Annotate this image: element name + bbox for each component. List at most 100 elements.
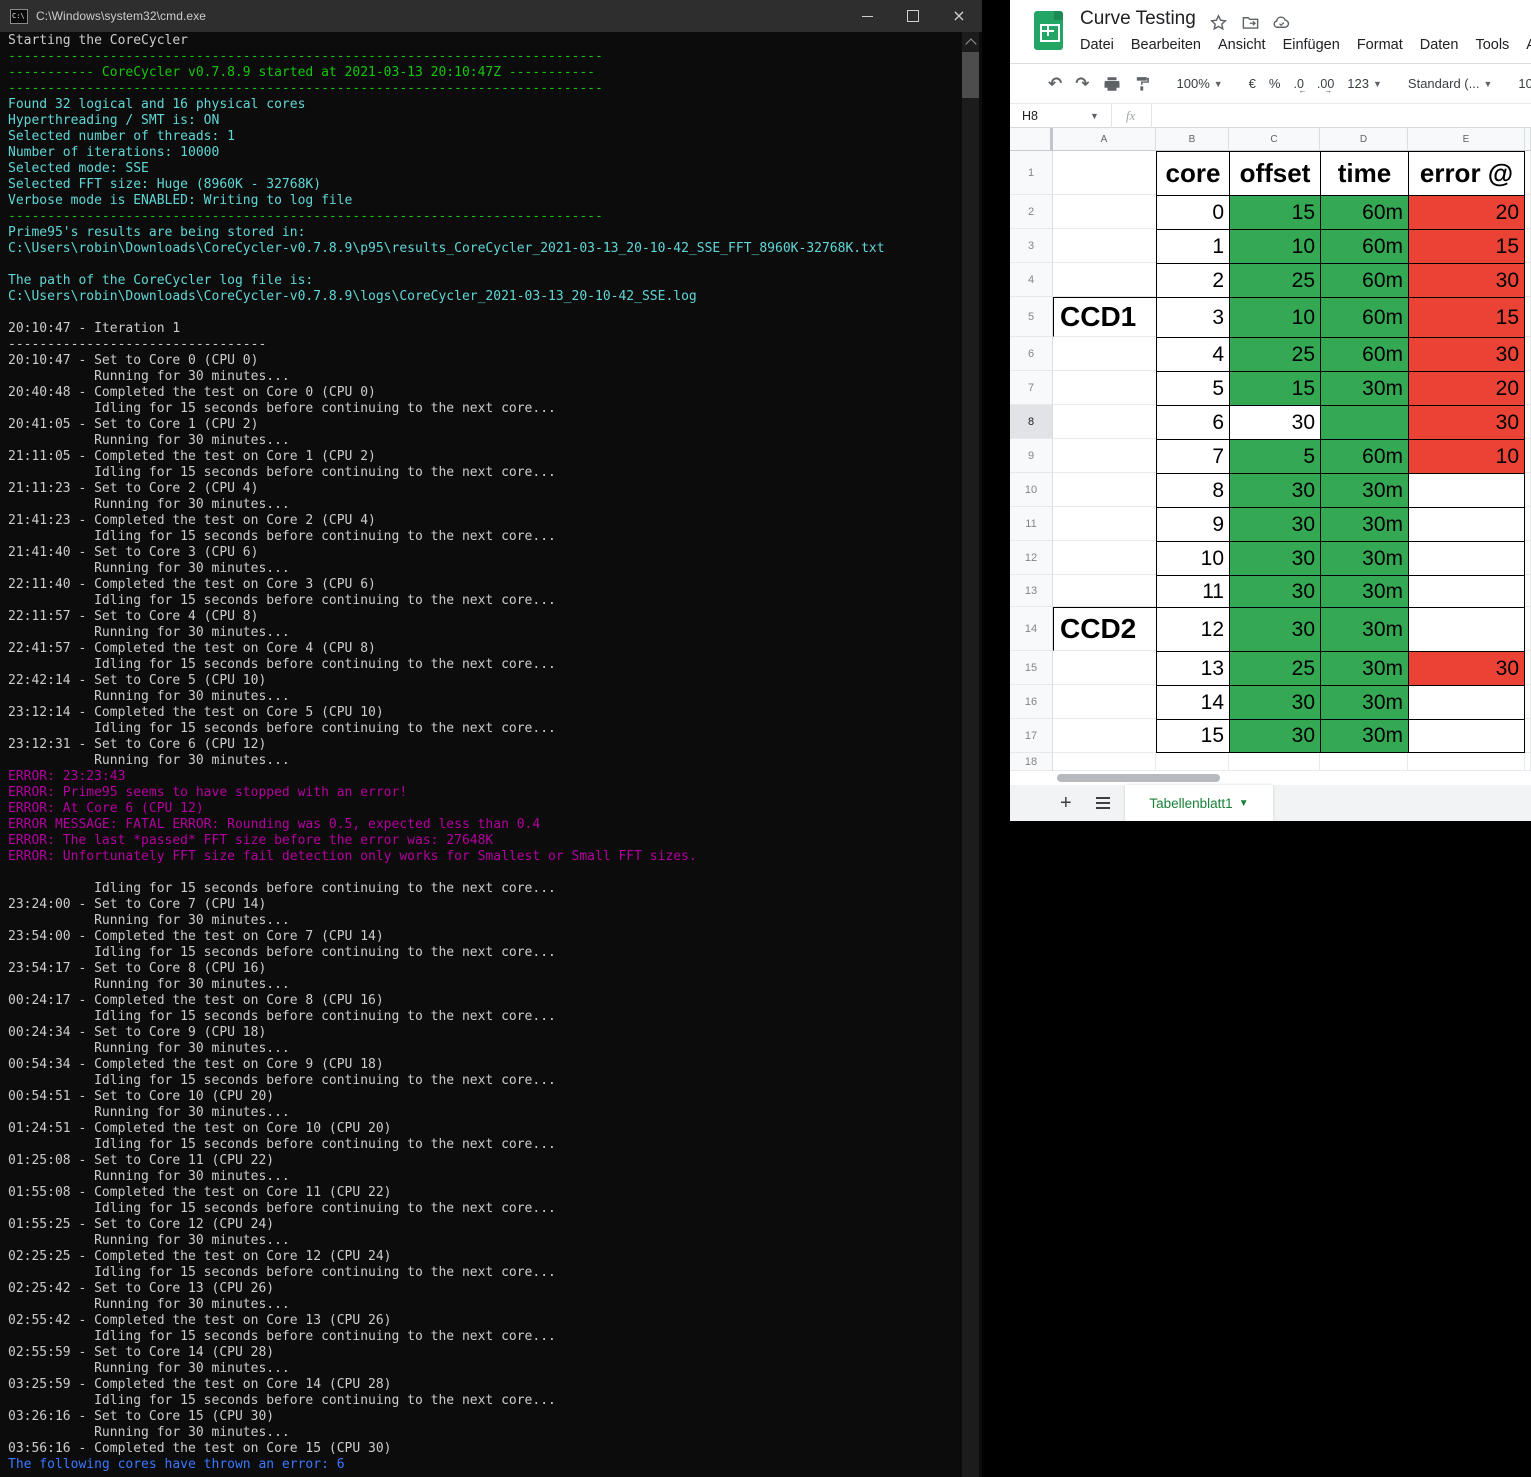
cell-E3[interactable]: 15 bbox=[1408, 229, 1525, 263]
font-select[interactable]: Standard (... ▼ bbox=[1408, 76, 1492, 91]
cell-D13[interactable]: 30m bbox=[1320, 575, 1408, 607]
cell-D12[interactable]: 30m bbox=[1320, 541, 1408, 575]
cell-F3[interactable] bbox=[1525, 229, 1531, 263]
column-header-E[interactable]: E bbox=[1408, 128, 1525, 151]
cell-C12[interactable]: 30 bbox=[1229, 541, 1320, 575]
cell-E15[interactable]: 30 bbox=[1408, 651, 1525, 685]
cell-C10[interactable]: 30 bbox=[1229, 473, 1320, 507]
cell-A6[interactable] bbox=[1053, 337, 1156, 371]
row-header-17[interactable]: 17 bbox=[1010, 719, 1053, 753]
sheet-hscrollbar[interactable] bbox=[1010, 771, 1531, 785]
cell-B13[interactable]: 11 bbox=[1156, 575, 1229, 607]
cell-D10[interactable]: 30m bbox=[1320, 473, 1408, 507]
cell-E10[interactable] bbox=[1408, 473, 1525, 507]
cell-B1[interactable]: core bbox=[1156, 151, 1229, 195]
cell-E4[interactable]: 30 bbox=[1408, 263, 1525, 297]
cell-E1[interactable]: error @ bbox=[1408, 151, 1525, 195]
cell-E5[interactable]: 15 bbox=[1408, 297, 1525, 337]
row-header-14[interactable]: 14 bbox=[1010, 607, 1053, 651]
sheets-logo-icon[interactable] bbox=[1034, 11, 1063, 50]
row-header-5[interactable]: 5 bbox=[1010, 297, 1053, 337]
cell-C2[interactable]: 15 bbox=[1229, 195, 1320, 229]
row-header-8[interactable]: 8 bbox=[1010, 405, 1053, 439]
cloud-status-icon[interactable] bbox=[1272, 13, 1291, 32]
cell-E16[interactable] bbox=[1408, 685, 1525, 719]
hscrollbar-thumb[interactable] bbox=[1057, 774, 1220, 782]
cell-E14[interactable] bbox=[1408, 607, 1525, 651]
all-sheets-icon[interactable] bbox=[1095, 797, 1110, 799]
cell-C4[interactable]: 25 bbox=[1229, 263, 1320, 297]
decrease-decimals-button[interactable]: .0 ← bbox=[1293, 77, 1306, 95]
redo-button[interactable]: ↷ bbox=[1075, 74, 1089, 94]
cell-A1[interactable] bbox=[1053, 151, 1156, 195]
cell-F7[interactable] bbox=[1525, 371, 1531, 405]
paint-format-button[interactable] bbox=[1134, 75, 1151, 92]
cmd-titlebar[interactable]: C:\ C:\Windows\system32\cmd.exe × bbox=[0, 0, 982, 32]
cell-B8[interactable]: 6 bbox=[1156, 405, 1229, 439]
cell-B17[interactable]: 15 bbox=[1156, 719, 1229, 753]
document-title[interactable]: Curve Testing bbox=[1080, 8, 1196, 30]
cell-A18[interactable] bbox=[1053, 753, 1156, 771]
cell-B9[interactable]: 7 bbox=[1156, 439, 1229, 473]
cell-B3[interactable]: 1 bbox=[1156, 229, 1229, 263]
cell-D4[interactable]: 60m bbox=[1320, 263, 1408, 297]
scroll-up-icon[interactable] bbox=[962, 36, 979, 50]
cell-C3[interactable]: 10 bbox=[1229, 229, 1320, 263]
cell-C8[interactable]: 30 bbox=[1229, 405, 1320, 439]
cell-B11[interactable]: 9 bbox=[1156, 507, 1229, 541]
cell-A10[interactable] bbox=[1053, 473, 1156, 507]
cell-E11[interactable] bbox=[1408, 507, 1525, 541]
cell-F14[interactable] bbox=[1525, 607, 1531, 651]
cell-A9[interactable] bbox=[1053, 439, 1156, 473]
name-box[interactable]: H8 bbox=[1022, 109, 1086, 123]
column-header-A[interactable]: A bbox=[1053, 128, 1156, 151]
cell-B2[interactable]: 0 bbox=[1156, 195, 1229, 229]
row-header-11[interactable]: 11 bbox=[1010, 507, 1053, 541]
row-header-6[interactable]: 6 bbox=[1010, 337, 1053, 371]
cell-D16[interactable]: 30m bbox=[1320, 685, 1408, 719]
formula-input[interactable] bbox=[1152, 104, 1531, 127]
row-header-3[interactable]: 3 bbox=[1010, 229, 1053, 263]
cell-D2[interactable]: 60m bbox=[1320, 195, 1408, 229]
cell-E17[interactable] bbox=[1408, 719, 1525, 753]
cell-D1[interactable]: time bbox=[1320, 151, 1408, 195]
cell-A2[interactable] bbox=[1053, 195, 1156, 229]
zoom-select[interactable]: 100% ▼ bbox=[1177, 76, 1223, 91]
row-header-10[interactable]: 10 bbox=[1010, 473, 1053, 507]
cell-D14[interactable]: 30m bbox=[1320, 607, 1408, 651]
cell-C13[interactable]: 30 bbox=[1229, 575, 1320, 607]
cell-E12[interactable] bbox=[1408, 541, 1525, 575]
cell-F8[interactable] bbox=[1525, 405, 1531, 439]
cell-E7[interactable]: 20 bbox=[1408, 371, 1525, 405]
cell-E2[interactable]: 20 bbox=[1408, 195, 1525, 229]
cell-B15[interactable]: 13 bbox=[1156, 651, 1229, 685]
cell-A7[interactable] bbox=[1053, 371, 1156, 405]
close-button[interactable]: × bbox=[936, 0, 982, 32]
terminal-scrollbar[interactable] bbox=[962, 32, 979, 1477]
cell-C7[interactable]: 15 bbox=[1229, 371, 1320, 405]
row-header-4[interactable]: 4 bbox=[1010, 263, 1053, 297]
cell-F6[interactable] bbox=[1525, 337, 1531, 371]
column-header-F[interactable] bbox=[1525, 128, 1531, 151]
cell-C9[interactable]: 5 bbox=[1229, 439, 1320, 473]
cell-A4[interactable] bbox=[1053, 263, 1156, 297]
cell-C6[interactable]: 25 bbox=[1229, 337, 1320, 371]
cell-A12[interactable] bbox=[1053, 541, 1156, 575]
cell-D17[interactable]: 30m bbox=[1320, 719, 1408, 753]
cell-A5[interactable]: CCD1 bbox=[1053, 297, 1156, 337]
undo-button[interactable]: ↶ bbox=[1048, 74, 1062, 94]
cell-F13[interactable] bbox=[1525, 575, 1531, 607]
font-size-select[interactable]: 10 bbox=[1518, 76, 1531, 91]
print-button[interactable] bbox=[1103, 75, 1121, 93]
cell-A13[interactable] bbox=[1053, 575, 1156, 607]
cell-F9[interactable] bbox=[1525, 439, 1531, 473]
menu-ansicht[interactable]: Ansicht bbox=[1218, 37, 1266, 53]
cell-D3[interactable]: 60m bbox=[1320, 229, 1408, 263]
format-currency-button[interactable]: € bbox=[1249, 76, 1256, 91]
column-header-D[interactable]: D bbox=[1320, 128, 1408, 151]
row-header-16[interactable]: 16 bbox=[1010, 685, 1053, 719]
cell-A8[interactable] bbox=[1053, 405, 1156, 439]
cell-F12[interactable] bbox=[1525, 541, 1531, 575]
menu-tools[interactable]: Tools bbox=[1475, 37, 1509, 53]
cell-C5[interactable]: 10 bbox=[1229, 297, 1320, 337]
